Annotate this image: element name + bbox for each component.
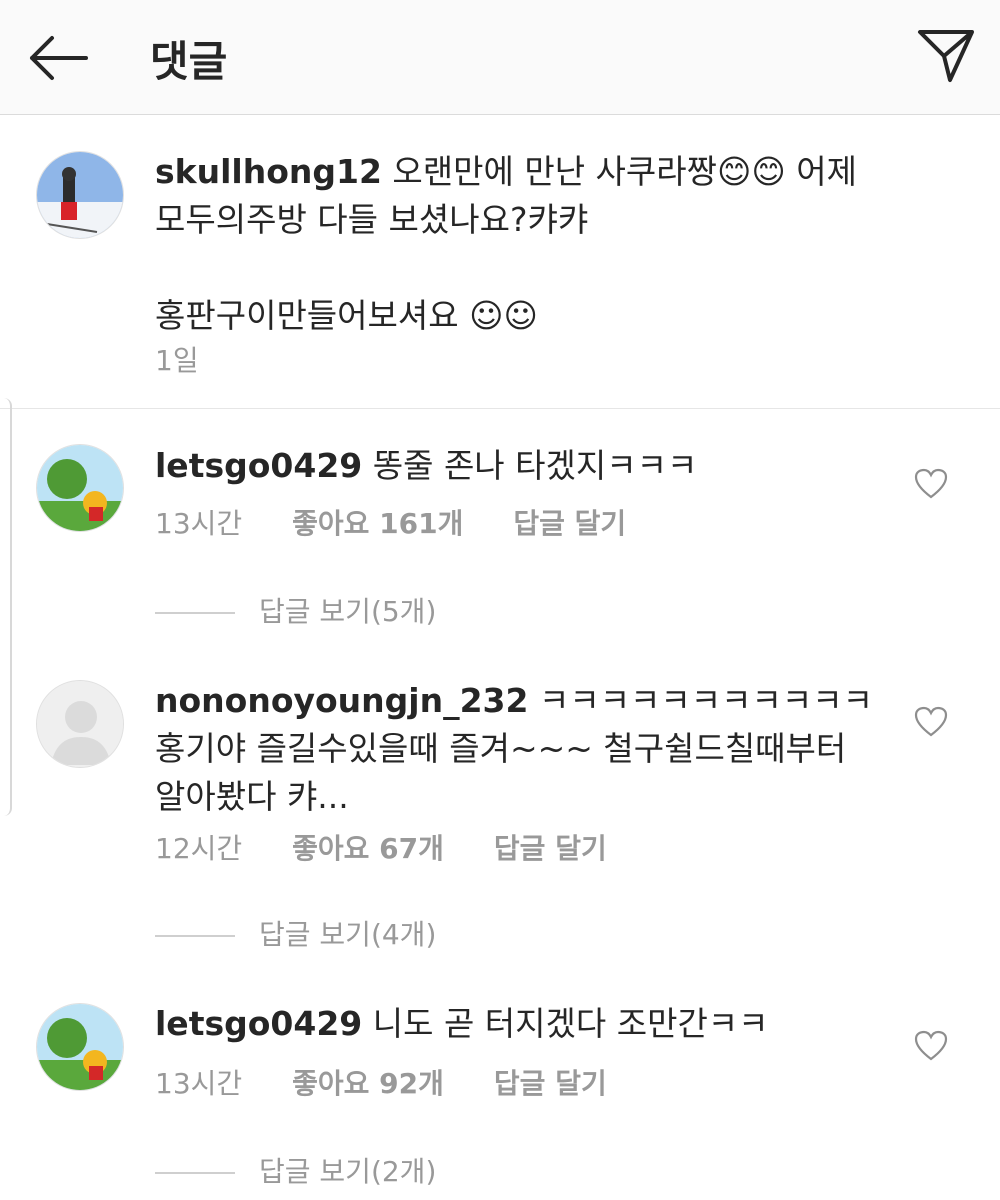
view-replies-button[interactable]: 답글 보기(5개) [155, 590, 436, 630]
view-replies-label: 답글 보기(4개) [259, 918, 437, 951]
comment-item: letsgo0429 니도 곧 터지겠다 조만간ㅋㅋ 13시간 좋아요 92개 답글… [0, 980, 1000, 1200]
comment-body: 똥줄 존나 타겠지ㅋㅋㅋ [362, 446, 698, 485]
reply-divider [155, 1172, 235, 1174]
comment-username[interactable]: letsgo0429 [155, 446, 362, 485]
comment-body: 니도 곧 터지겠다 조만간ㅋㅋ [362, 1004, 769, 1043]
caption-timestamp: 1일 [155, 344, 199, 377]
caption-text: skullhong12 오랜만에 만난 사쿠라짱😊😊 어제 모두의주방 다들 보… [155, 148, 955, 340]
view-replies-label: 답글 보기(5개) [259, 595, 437, 628]
comment-timestamp: 12시간 [155, 832, 243, 865]
arrow-left-icon [30, 36, 88, 80]
comment-text: letsgo0429 니도 곧 터지겠다 조만간ㅋㅋ [155, 1000, 875, 1048]
post-caption: skullhong12 오랜만에 만난 사쿠라짱😊😊 어제 모두의주방 다들 보… [0, 114, 1000, 409]
reply-button[interactable]: 답글 달기 [494, 1062, 607, 1102]
comment-username[interactable]: letsgo0429 [155, 1004, 362, 1043]
view-replies-label: 답글 보기(2개) [259, 1155, 437, 1188]
avatar[interactable] [36, 1003, 124, 1091]
view-replies-button[interactable]: 답글 보기(4개) [155, 913, 436, 953]
comment-timestamp: 13시간 [155, 1067, 243, 1100]
reply-divider [155, 612, 235, 614]
comment-meta: 13시간 좋아요 92개 답글 달기 [155, 1062, 607, 1102]
default-avatar-icon [37, 681, 123, 767]
share-button[interactable] [914, 24, 978, 88]
avatar[interactable] [36, 680, 124, 768]
comment-item: nononoyoungjn_232 ㅋㅋㅋㅋㅋㅋㅋㅋㅋㅋㅋ 홍기야 즐길수있을때… [0, 660, 1000, 980]
like-button[interactable] [914, 706, 948, 738]
paper-plane-icon [918, 30, 974, 82]
comment-meta: 13시간 좋아요 161개 답글 달기 [155, 502, 626, 542]
like-count[interactable]: 좋아요 92개 [292, 1062, 444, 1102]
like-button[interactable] [914, 1030, 948, 1062]
like-count[interactable]: 좋아요 161개 [292, 502, 463, 542]
back-button[interactable] [24, 28, 92, 88]
page-title: 댓글 [150, 37, 228, 86]
reply-divider [155, 935, 235, 937]
view-replies-button[interactable]: 답글 보기(2개) [155, 1150, 436, 1190]
comment-username[interactable]: nononoyoungjn_232 [155, 681, 528, 720]
reply-button[interactable]: 답글 달기 [513, 502, 626, 542]
caption-username[interactable]: skullhong12 [155, 152, 382, 191]
comment-item: letsgo0429 똥줄 존나 타겠지ㅋㅋㅋ 13시간 좋아요 161개 답글 달… [0, 410, 1000, 660]
avatar[interactable] [36, 444, 124, 532]
heart-icon [914, 706, 948, 737]
like-button[interactable] [914, 468, 948, 500]
comment-meta: 12시간 좋아요 67개 답글 달기 [155, 827, 607, 867]
avatar[interactable] [36, 151, 124, 239]
like-count[interactable]: 좋아요 67개 [292, 827, 444, 867]
heart-icon [914, 1030, 948, 1061]
heart-icon [914, 468, 948, 499]
reply-button[interactable]: 답글 달기 [494, 827, 607, 867]
comment-text: nononoyoungjn_232 ㅋㅋㅋㅋㅋㅋㅋㅋㅋㅋㅋ 홍기야 즐길수있을때… [155, 677, 875, 821]
top-bar: 댓글 [0, 0, 1000, 115]
comment-timestamp: 13시간 [155, 507, 243, 540]
comment-text: letsgo0429 똥줄 존나 타겠지ㅋㅋㅋ [155, 442, 875, 490]
